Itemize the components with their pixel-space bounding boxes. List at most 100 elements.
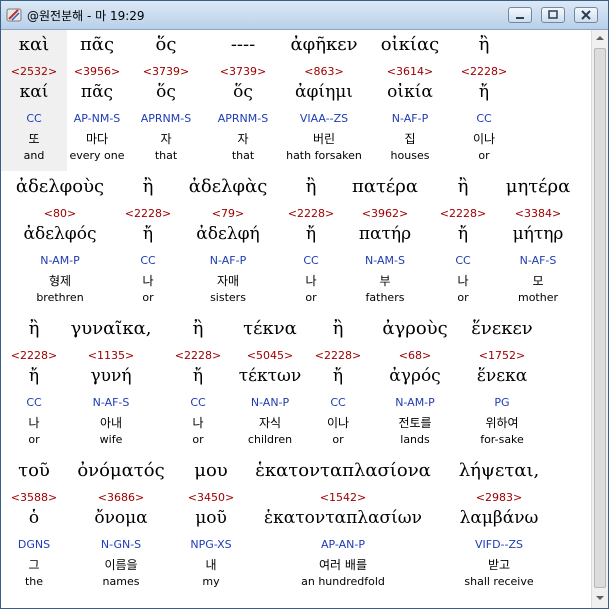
greek-word[interactable]: τέκνα	[243, 318, 297, 339]
lemma-word: ὄνομα	[94, 508, 148, 528]
english-gloss: an hundredfold	[301, 575, 385, 588]
strongs-number[interactable]: <2228>	[175, 349, 221, 362]
korean-gloss: 이나	[326, 416, 350, 430]
korean-gloss: 자	[160, 132, 172, 146]
close-icon	[581, 10, 591, 20]
korean-gloss: 버린	[312, 132, 336, 146]
greek-word[interactable]: ἢ	[29, 318, 40, 339]
parsing-code: CC	[26, 396, 42, 409]
strongs-number[interactable]: <79>	[212, 207, 244, 220]
minimize-button[interactable]	[508, 7, 532, 23]
strongs-number[interactable]: <1542>	[320, 491, 366, 504]
strongs-number[interactable]: <3962>	[362, 207, 408, 220]
close-button[interactable]	[574, 7, 598, 23]
strongs-number[interactable]: <3588>	[11, 491, 57, 504]
greek-word[interactable]: ἀγροὺς	[382, 318, 447, 339]
strongs-number[interactable]: <2983>	[476, 491, 522, 504]
english-gloss: and	[23, 149, 45, 162]
greek-word[interactable]: ἢ	[458, 176, 469, 197]
bible-app-icon[interactable]	[6, 7, 22, 23]
lemma-word: ἕνεκα	[476, 366, 528, 386]
greek-word[interactable]: λήψεται,	[459, 460, 540, 481]
greek-word[interactable]: ἢ	[333, 318, 344, 339]
strongs-number[interactable]: <1135>	[88, 349, 134, 362]
greek-word[interactable]: τοῦ	[18, 460, 50, 481]
app-window: @원전분해 - 마 19:29 καὶ <2532> καί CC 또 and πᾶς <39…	[0, 0, 609, 609]
korean-gloss: 나	[305, 274, 317, 288]
korean-gloss: 형제	[48, 274, 72, 288]
interlinear-pane[interactable]: καὶ <2532> καί CC 또 and πᾶς <3956> πᾶς AP-NM-S 마다 e…	[1, 30, 591, 608]
strongs-number[interactable]: <1752>	[479, 349, 525, 362]
greek-word[interactable]: οἰκίας	[381, 34, 439, 55]
greek-word[interactable]: πᾶς	[80, 34, 114, 55]
english-gloss: hath forsaken	[286, 149, 362, 162]
greek-word[interactable]: ἕνεκεν	[471, 318, 532, 339]
lemma-word: μήτηρ	[512, 224, 564, 244]
greek-word[interactable]: ----	[231, 34, 255, 55]
greek-word[interactable]: μητέρα	[506, 176, 571, 197]
parsing-code: CC	[26, 112, 42, 125]
korean-gloss: 나	[28, 416, 40, 430]
title-bar[interactable]: @원전분해 - 마 19:29	[1, 1, 608, 30]
lemma-word: ὅς	[156, 82, 176, 102]
strongs-number[interactable]: <2228>	[125, 207, 171, 220]
korean-gloss: 내	[205, 558, 217, 572]
lemma-word: ὁ	[28, 508, 40, 528]
strongs-number[interactable]: <68>	[399, 349, 431, 362]
strongs-number[interactable]: <5045>	[247, 349, 293, 362]
strongs-number[interactable]: <863>	[304, 65, 343, 78]
greek-word[interactable]: γυναῖκα,	[71, 318, 152, 339]
parsing-code: N-GN-S	[100, 538, 142, 551]
parsing-code: AP-AN-P	[321, 538, 365, 551]
scrollbar-thumb[interactable]	[594, 48, 606, 588]
strongs-number[interactable]: <2228>	[288, 207, 334, 220]
parsing-code: VIFD--ZS	[474, 538, 524, 551]
greek-word[interactable]: μου	[194, 460, 227, 481]
strongs-number[interactable]: <3956>	[74, 65, 120, 78]
vertical-scrollbar[interactable]	[591, 30, 608, 608]
greek-word[interactable]: ὀνόματός	[77, 460, 164, 481]
strongs-number[interactable]: <2228>	[440, 207, 486, 220]
strongs-number[interactable]: <2228>	[461, 65, 507, 78]
korean-gloss: 집	[404, 132, 416, 146]
greek-word[interactable]: πατέρα	[352, 176, 418, 197]
lemma-word: ἤ	[28, 366, 40, 386]
greek-word[interactable]: ἀδελφὰς	[189, 176, 268, 197]
korean-gloss: 그	[28, 558, 40, 572]
strongs-number[interactable]: <2532>	[11, 65, 57, 78]
strongs-number[interactable]: <2228>	[315, 349, 361, 362]
parsing-code: N-AF-P	[391, 112, 429, 125]
english-gloss: that	[154, 149, 178, 162]
maximize-button[interactable]	[541, 7, 565, 23]
greek-word[interactable]: ἢ	[306, 176, 317, 197]
english-gloss: sisters	[210, 291, 246, 304]
greek-word[interactable]: ὅς	[156, 34, 177, 55]
korean-gloss: 여러 배를	[319, 558, 367, 572]
english-gloss: every one	[69, 149, 125, 162]
greek-word[interactable]: ἢ	[479, 34, 490, 55]
greek-word[interactable]: ἀδελφοὺς	[16, 176, 104, 197]
parsing-code: CC	[330, 396, 346, 409]
strongs-number[interactable]: <3739>	[220, 65, 266, 78]
strongs-number[interactable]: <3450>	[188, 491, 234, 504]
strongs-number[interactable]: <3739>	[143, 65, 189, 78]
korean-gloss: 이름을	[104, 558, 138, 572]
strongs-number[interactable]: <3384>	[515, 207, 561, 220]
greek-word[interactable]: ἢ	[193, 318, 204, 339]
korean-gloss: 부	[379, 274, 391, 288]
strongs-number[interactable]: <80>	[44, 207, 76, 220]
scroll-up-arrow-icon[interactable]	[592, 30, 608, 46]
strongs-number[interactable]: <2228>	[11, 349, 57, 362]
strongs-number[interactable]: <3614>	[387, 65, 433, 78]
parsing-code: N-AF-S	[519, 254, 557, 267]
greek-word[interactable]: καὶ	[19, 34, 49, 55]
greek-word[interactable]: ἑκατονταπλασίονα	[255, 460, 431, 481]
strongs-number[interactable]: <3686>	[98, 491, 144, 504]
greek-word[interactable]: ἢ	[143, 176, 154, 197]
parsing-code: N-AM-P	[395, 396, 435, 409]
english-gloss: for-sake	[480, 433, 524, 446]
greek-word[interactable]: ἀφῆκεν	[290, 34, 357, 55]
lemma-word: ἤ	[332, 366, 344, 386]
lemma-word: ἤ	[192, 366, 204, 386]
scroll-down-arrow-icon[interactable]	[592, 590, 608, 606]
